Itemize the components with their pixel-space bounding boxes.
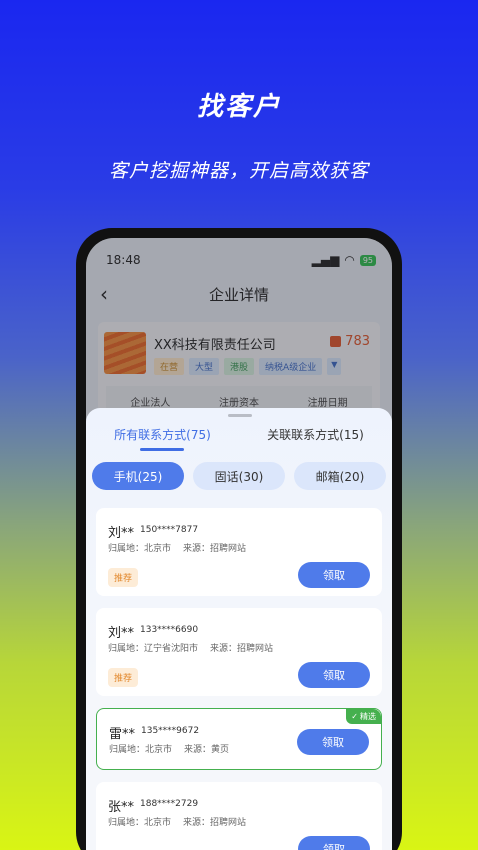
contact-phone: 133****6690	[140, 625, 199, 635]
contact-card: 张** 188****2729 归属地：北京市 来源：招聘网站 领取	[96, 782, 382, 850]
hero-subtitle: 客户挖掘神器，开启高效获客	[108, 160, 369, 182]
contact-name: 刘**	[108, 626, 135, 641]
shield-check-icon: ✓	[351, 712, 358, 721]
contact-phone: 150****7877	[140, 525, 199, 535]
filter-mobile[interactable]: 手机(25)	[92, 462, 184, 490]
contact-card: 刘** 150****7877 归属地：北京市 来源：招聘网站 推荐 领取	[96, 508, 382, 596]
contact-name: 张**	[108, 800, 135, 815]
featured-badge: ✓ 精选	[346, 709, 381, 724]
filter-email[interactable]: 邮箱(20)	[294, 462, 386, 490]
contact-source: 来源：招聘网站	[183, 818, 247, 828]
contact-name: 刘**	[108, 526, 135, 541]
recommend-tag: 推荐	[108, 568, 139, 587]
claim-button[interactable]: 领取	[298, 662, 370, 688]
contact-location: 归属地：北京市	[108, 544, 172, 554]
claim-button[interactable]: 领取	[298, 836, 370, 850]
claim-button[interactable]: 领取	[298, 562, 370, 588]
contact-tabs: 所有联系方式(75) 关联联系方式(15)	[86, 426, 392, 451]
contact-source: 来源：招聘网站	[183, 544, 247, 554]
contact-source: 来源：黄页	[184, 745, 230, 755]
contact-source: 来源：招聘网站	[210, 644, 274, 654]
tab-all-contacts[interactable]: 所有联系方式(75)	[114, 426, 211, 451]
contact-card: 刘** 133****6690 归属地：辽宁省沈阳市 来源：招聘网站 推荐 领取	[96, 608, 382, 696]
hero-title: 找客户	[196, 92, 281, 122]
recommend-tag: 推荐	[108, 668, 139, 687]
contact-phone: 135****9672	[141, 726, 200, 736]
contact-location: 归属地：北京市	[108, 818, 172, 828]
phone-frame: 18:48 ▂▄▆ ◠ 95 ‹ 企业详情 XX科技有限责任公司 783 在营 …	[76, 228, 402, 850]
claim-button[interactable]: 领取	[297, 729, 369, 755]
contact-location: 归属地：北京市	[109, 745, 173, 755]
contacts-sheet: 所有联系方式(75) 关联联系方式(15) 手机(25) 固话(30) 邮箱(2…	[86, 408, 392, 850]
contact-phone: 188****2729	[140, 799, 199, 809]
contact-location: 归属地：辽宁省沈阳市	[108, 644, 199, 654]
contact-filters: 手机(25) 固话(30) 邮箱(20)	[92, 462, 386, 490]
sheet-handle[interactable]	[228, 414, 252, 417]
contact-name: 雷**	[109, 727, 136, 742]
contact-card-featured: ✓ 精选 雷** 135****9672 归属地：北京市 来源：黄页 领取	[96, 708, 382, 770]
tab-related-contacts[interactable]: 关联联系方式(15)	[267, 426, 364, 451]
filter-landline[interactable]: 固话(30)	[193, 462, 285, 490]
app-screen: 18:48 ▂▄▆ ◠ 95 ‹ 企业详情 XX科技有限责任公司 783 在营 …	[86, 238, 392, 850]
